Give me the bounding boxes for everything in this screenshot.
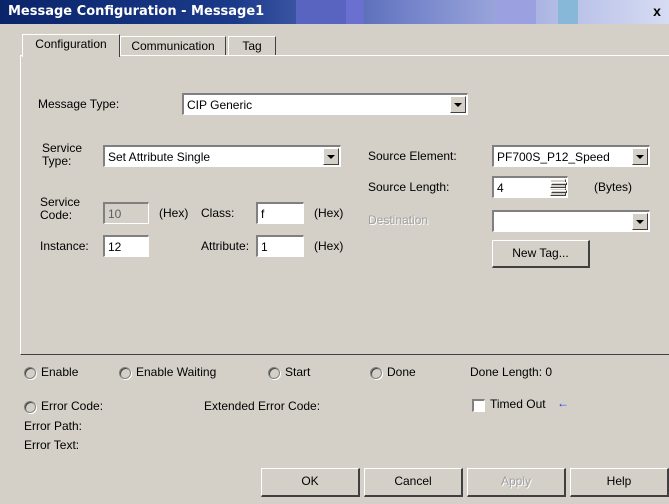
- attribute-label: Attribute:: [201, 239, 250, 253]
- close-button[interactable]: x: [649, 3, 665, 19]
- source-length-label: Source Length:: [368, 180, 450, 194]
- chevron-down-icon: [636, 219, 644, 224]
- cancel-button[interactable]: Cancel: [364, 468, 463, 497]
- service-code-label: Service Code:: [40, 196, 80, 222]
- class-hex-label: (Hex): [314, 206, 344, 220]
- service-code-label-line1: Service: [40, 195, 81, 209]
- done-length-label: Done Length: 0: [470, 365, 553, 379]
- service-type-dropdown-button[interactable]: [323, 148, 339, 165]
- error-text-label: Error Text:: [24, 438, 80, 452]
- message-type-dropdown-button[interactable]: [450, 96, 466, 113]
- class-value: f: [261, 207, 265, 221]
- window-title: Message Configuration - Message1: [8, 4, 265, 19]
- tab-tag-label: Tag: [242, 39, 262, 53]
- title-bar[interactable]: Message Configuration - Message1 x: [0, 0, 669, 24]
- cancel-button-label: Cancel: [394, 474, 432, 488]
- title-accent-2: [346, 0, 364, 24]
- title-accent-1: [296, 0, 346, 24]
- ok-button[interactable]: OK: [261, 468, 360, 497]
- service-code-value: 10: [108, 207, 122, 221]
- tab-communication-label: Communication: [131, 39, 215, 53]
- instance-value: 12: [108, 240, 122, 254]
- service-code-field: 10: [103, 202, 149, 224]
- class-label: Class:: [201, 206, 235, 220]
- spin-up-button[interactable]: [550, 179, 567, 188]
- destination-dropdown-button[interactable]: [632, 213, 648, 230]
- source-length-spinner[interactable]: [550, 179, 567, 196]
- instance-input[interactable]: 12: [103, 235, 149, 257]
- attribute-hex-label: (Hex): [314, 239, 344, 253]
- timed-out-checkbox[interactable]: [472, 399, 485, 412]
- tab-communication[interactable]: Communication: [120, 36, 226, 56]
- tab-configuration-label: Configuration: [35, 37, 107, 51]
- done-indicator: [370, 367, 382, 379]
- arrow-left-icon: ←: [557, 396, 569, 410]
- new-tag-button-label: New Tag...: [512, 246, 569, 260]
- message-type-value: CIP Generic: [187, 98, 253, 112]
- enable-waiting-label: Enable Waiting: [136, 365, 217, 379]
- timed-out-label: Timed Out: [490, 397, 546, 411]
- spin-down-button[interactable]: [550, 187, 567, 196]
- enable-waiting-indicator: [119, 367, 131, 379]
- source-element-label: Source Element:: [368, 149, 457, 163]
- source-length-input[interactable]: 4: [492, 176, 568, 198]
- done-label: Done: [387, 365, 416, 379]
- error-path-label: Error Path:: [24, 419, 83, 433]
- attribute-input[interactable]: 1: [256, 235, 304, 257]
- class-input[interactable]: f: [256, 202, 304, 224]
- service-type-label-line2: Type:: [42, 154, 72, 168]
- help-button[interactable]: Help: [570, 468, 669, 497]
- enable-indicator: [24, 367, 36, 379]
- error-code-label: Error Code:: [41, 399, 104, 413]
- source-element-value: PF700S_P12_Speed: [497, 150, 610, 164]
- source-element-select[interactable]: PF700S_P12_Speed: [492, 145, 650, 167]
- service-type-label: Service Type:: [42, 142, 82, 168]
- chevron-down-icon: [636, 154, 644, 159]
- message-type-label: Message Type:: [38, 97, 120, 111]
- apply-button[interactable]: Apply: [467, 468, 566, 497]
- enable-label: Enable: [41, 365, 79, 379]
- service-type-select[interactable]: Set Attribute Single: [103, 145, 341, 167]
- extended-error-code-label: Extended Error Code:: [204, 399, 321, 413]
- service-code-label-line2: Code:: [40, 208, 73, 222]
- ok-button-label: OK: [301, 474, 319, 488]
- help-button-label: Help: [606, 474, 632, 488]
- tab-tag[interactable]: Tag: [228, 36, 276, 56]
- chevron-up-icon: [551, 181, 567, 185]
- service-code-hex-label: (Hex): [159, 206, 189, 220]
- start-label: Start: [285, 365, 311, 379]
- chevron-down-icon: [551, 190, 567, 194]
- new-tag-button[interactable]: New Tag...: [492, 240, 590, 268]
- message-type-select[interactable]: CIP Generic: [182, 93, 468, 115]
- error-code-indicator: [24, 401, 36, 413]
- source-length-value: 4: [497, 181, 504, 195]
- service-type-value: Set Attribute Single: [108, 150, 211, 164]
- start-indicator: [268, 367, 280, 379]
- chevron-down-icon: [327, 154, 335, 159]
- chevron-down-icon: [454, 102, 462, 107]
- destination-label: Destination: [368, 213, 429, 227]
- tab-configuration[interactable]: Configuration: [22, 34, 120, 57]
- destination-select[interactable]: [492, 210, 650, 232]
- source-element-dropdown-button[interactable]: [632, 148, 648, 165]
- apply-button-label: Apply: [500, 474, 532, 488]
- instance-label: Instance:: [40, 239, 89, 253]
- bytes-label: (Bytes): [594, 180, 633, 194]
- service-type-label-line1: Service: [42, 141, 83, 155]
- title-accent-4: [558, 0, 578, 24]
- title-accent-3: [496, 0, 536, 24]
- attribute-value: 1: [261, 240, 268, 254]
